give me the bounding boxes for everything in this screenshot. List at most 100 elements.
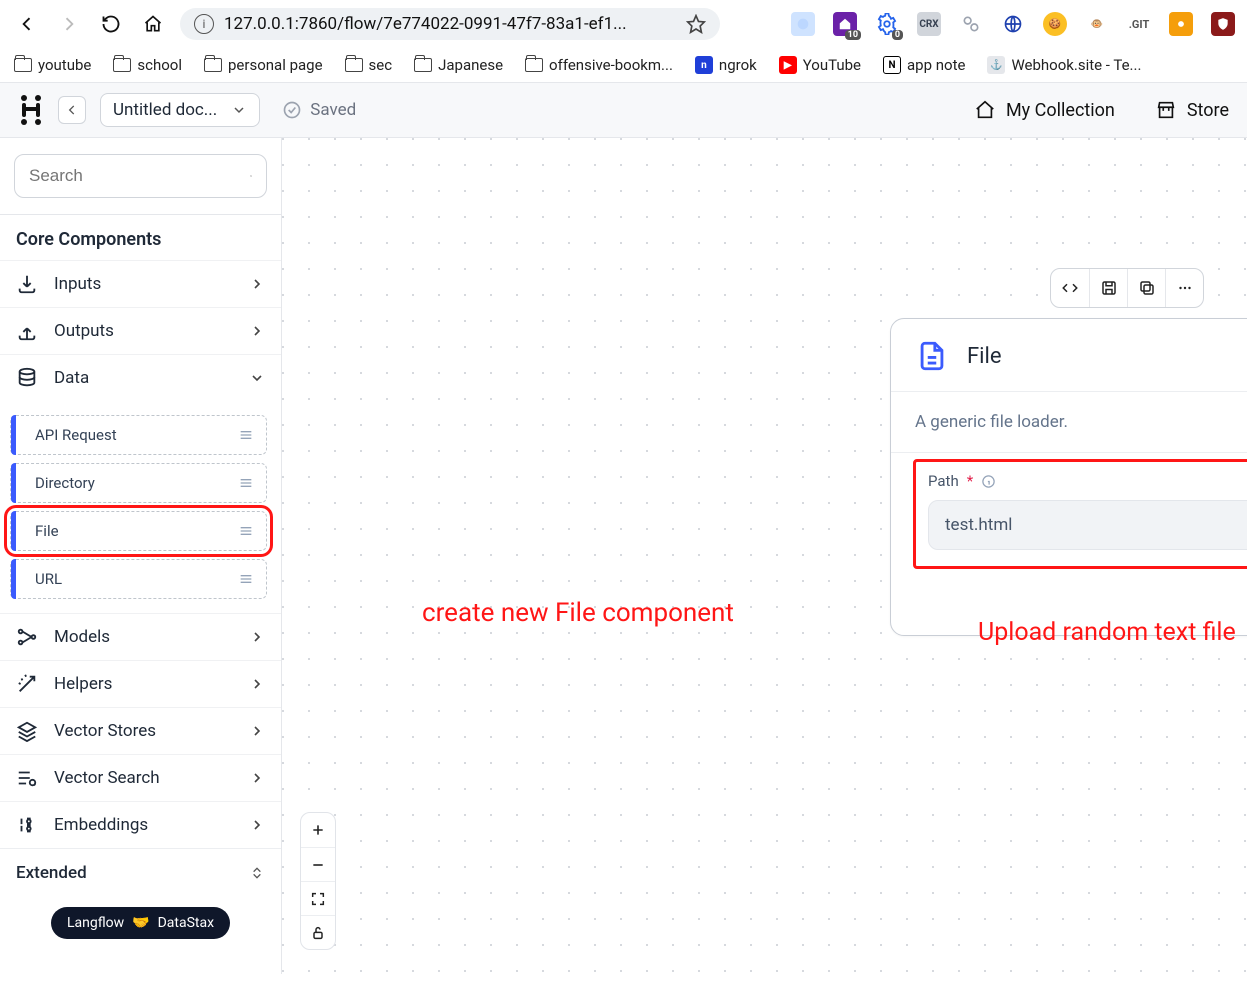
toolbar-copy-icon[interactable] <box>1127 269 1165 307</box>
sidebar-category-helpers[interactable]: Helpers <box>0 660 281 707</box>
folder-icon <box>113 58 131 72</box>
app-back-button[interactable] <box>58 96 86 124</box>
component-directory[interactable]: Directory <box>10 463 267 503</box>
chevron-down-icon <box>249 370 265 386</box>
nav-forward-icon[interactable] <box>58 13 80 35</box>
extension-circle-icon[interactable] <box>791 12 815 36</box>
doc-title-dropdown[interactable]: Untitled doc... <box>100 93 260 127</box>
nav-back-icon[interactable] <box>16 13 38 35</box>
favicon-icon: n <box>695 56 713 74</box>
wand-icon <box>16 673 38 695</box>
grip-icon <box>238 475 254 491</box>
folder-icon <box>525 58 543 72</box>
zoom-controls <box>300 812 336 950</box>
app-bar: Untitled doc... Saved My Collection Stor… <box>0 83 1247 138</box>
path-label: Path <box>928 472 959 490</box>
core-components-header: Core Components <box>0 215 281 260</box>
sidebar-category-data[interactable]: Data <box>0 354 281 401</box>
store-icon <box>1155 99 1177 121</box>
sidebar-category-embed[interactable]: Embeddings <box>0 801 281 848</box>
sidebar: Core Components InputsOutputsData API Req… <box>0 138 282 974</box>
search-input[interactable] <box>29 166 250 186</box>
bookmarks-bar: youtube school personal page sec Japanese off… <box>0 48 1247 83</box>
chevron-right-icon <box>249 770 265 786</box>
path-field-highlight: Path * test.html <box>913 459 1247 569</box>
node-toolbar <box>1050 268 1204 308</box>
file-node[interactable]: File A generic file loader. Path * <box>890 318 1247 636</box>
favicon-icon: ⚓ <box>987 56 1005 74</box>
site-info-icon[interactable]: i <box>194 14 214 34</box>
bookmark-item[interactable]: Napp note <box>883 56 965 74</box>
url-bar[interactable]: i 127.0.0.1:7860/flow/7e774022-0991-47f7… <box>180 8 720 40</box>
toolbar-code-icon[interactable] <box>1051 269 1089 307</box>
bookmark-item[interactable]: youtube <box>14 56 91 74</box>
saved-indicator: Saved <box>282 100 356 120</box>
chevron-right-icon <box>249 676 265 692</box>
extension-sun-icon[interactable] <box>1169 12 1193 36</box>
extension-gear-icon[interactable]: 0 <box>875 12 899 36</box>
extension-links-icon[interactable] <box>959 12 983 36</box>
extension-monkey-icon[interactable]: 🐵 <box>1085 12 1109 36</box>
extension-house-badge: 10 <box>845 30 861 40</box>
annotation-upload: Upload random text file <box>978 618 1236 647</box>
extension-house-icon[interactable]: 10 <box>833 12 857 36</box>
extension-shield-icon[interactable] <box>1211 12 1235 36</box>
chevron-right-icon <box>249 817 265 833</box>
component-api-request[interactable]: API Request <box>10 415 267 455</box>
grip-icon <box>238 571 254 587</box>
bookmark-item[interactable]: ⚓Webhook.site - Te... <box>987 56 1141 74</box>
extension-globe-icon[interactable] <box>1001 12 1025 36</box>
footer-pill[interactable]: Langflow 🤝 DataStax <box>51 907 230 939</box>
bookmark-item[interactable]: ▶YouTube <box>779 56 861 74</box>
bookmark-item[interactable]: school <box>113 56 182 74</box>
sidebar-category-vsearch[interactable]: Vector Search <box>0 754 281 801</box>
node-description: A generic file loader. <box>891 391 1247 446</box>
bookmark-item[interactable]: offensive-bookm... <box>525 56 673 74</box>
toolbar-save-icon[interactable] <box>1089 269 1127 307</box>
check-circle-icon <box>282 100 302 120</box>
bookmark-star-icon[interactable] <box>686 14 706 34</box>
sidebar-category-outputs[interactable]: Outputs <box>0 307 281 354</box>
sidebar-extended[interactable]: Extended <box>0 848 281 897</box>
app-logo-icon <box>18 93 44 127</box>
bookmark-item[interactable]: nngrok <box>695 56 757 74</box>
nav-store[interactable]: Store <box>1155 99 1229 121</box>
bookmark-item[interactable]: personal page <box>204 56 323 74</box>
zoom-fit-button[interactable] <box>301 881 335 915</box>
zoom-in-button[interactable] <box>301 813 335 847</box>
folder-icon <box>14 58 32 72</box>
component-url[interactable]: URL <box>10 559 267 599</box>
sidebar-category-models[interactable]: Models <box>0 613 281 660</box>
browser-toolbar: i 127.0.0.1:7860/flow/7e774022-0991-47f7… <box>0 0 1247 48</box>
path-input[interactable]: test.html <box>928 500 1247 550</box>
sidebar-category-inputs[interactable]: Inputs <box>0 260 281 307</box>
extension-gear-badge: 0 <box>892 30 903 40</box>
extension-crx-icon[interactable]: CRX <box>917 12 941 36</box>
url-text: 127.0.0.1:7860/flow/7e774022-0991-47f7-8… <box>224 14 676 34</box>
folder-icon <box>414 58 432 72</box>
annotation-create: create new File component <box>422 598 734 628</box>
layers-icon <box>16 720 38 742</box>
extensions-row: 10 0 CRX 🍪 🐵 .GIT <box>791 12 1235 36</box>
component-file[interactable]: File <box>10 511 267 551</box>
sidebar-category-vstores[interactable]: Vector Stores <box>0 707 281 754</box>
model-icon <box>16 626 38 648</box>
flow-canvas[interactable]: File A generic file loader. Path * <box>282 138 1247 974</box>
zoom-out-button[interactable] <box>301 847 335 881</box>
grip-icon <box>238 427 254 443</box>
extension-cookie-icon[interactable]: 🍪 <box>1043 12 1067 36</box>
zoom-lock-button[interactable] <box>301 915 335 949</box>
nav-reload-icon[interactable] <box>100 13 122 35</box>
sidebar-search[interactable] <box>14 154 267 198</box>
file-icon <box>915 339 949 373</box>
toolbar-more-icon[interactable] <box>1165 269 1203 307</box>
nav-my-collection[interactable]: My Collection <box>974 99 1115 121</box>
info-icon[interactable] <box>981 474 996 489</box>
chevron-down-icon <box>231 102 247 118</box>
favicon-icon: N <box>883 56 901 74</box>
extension-git-icon[interactable]: .GIT <box>1127 12 1151 36</box>
chevron-right-icon <box>249 723 265 739</box>
bookmark-item[interactable]: Japanese <box>414 56 503 74</box>
bookmark-item[interactable]: sec <box>345 56 393 74</box>
nav-home-icon[interactable] <box>142 13 164 35</box>
